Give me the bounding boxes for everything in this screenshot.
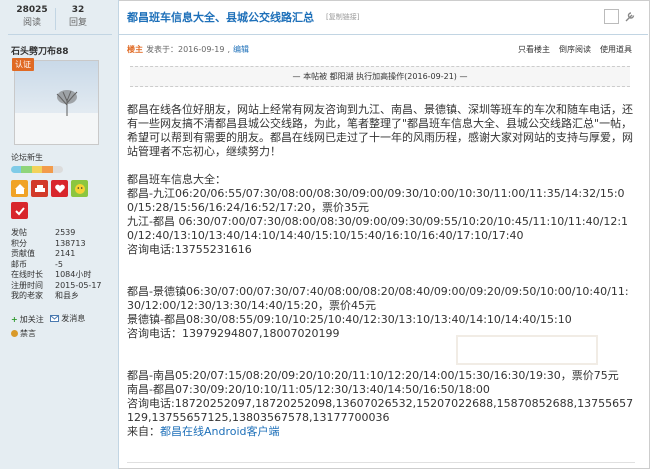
contact-line: 咨询电话：13979294807,18007020199 (127, 327, 340, 340)
info-key: 积分 (11, 238, 27, 248)
wrench-icon[interactable] (623, 10, 636, 23)
info-row: 贡献值 2141 (11, 249, 102, 260)
home-medal-icon[interactable] (11, 180, 28, 197)
check-medal-icon[interactable] (11, 202, 28, 219)
author-sidebar: 28025 阅读 32 回复 石头劈刀布88 认证 论坛新生 发帖 2539 积… (0, 0, 119, 469)
info-value: 2141 (55, 249, 76, 258)
post-bottom-divider (127, 462, 635, 463)
info-key: 邮币 (11, 259, 27, 269)
user-rank: 论坛新生 (11, 153, 43, 162)
heart-medal-icon[interactable] (51, 180, 68, 197)
thread-title: 都昌班车信息大全、县城公交线路汇总 (127, 11, 314, 24)
ban-button[interactable]: 禁言 (11, 328, 36, 339)
intro-paragraph: 都昌在线各位好朋友，网站上经常有网友咨询到九江、南昌、景德镇、深圳等班车的车次和… (127, 103, 633, 158)
info-key: 注册时间 (11, 280, 43, 290)
author-name[interactable]: 石头劈刀布88 (11, 44, 69, 57)
view-op-only-link[interactable]: 只看楼主 (518, 44, 550, 55)
author-badge: 楼主 (127, 45, 143, 54)
info-row: 积分 138713 (11, 239, 102, 250)
info-key: 我的老家 (11, 291, 43, 300)
stat-divider (55, 8, 56, 30)
car-medal-icon[interactable] (31, 180, 48, 197)
view-count-value: 28025 (16, 5, 48, 15)
avatar-image (15, 61, 98, 144)
schedule-line: 都昌-九江06:20/06:55/07:30/08:00/08:30/09:00… (127, 187, 625, 214)
post-date: 发表于：2016-09-19 (146, 45, 225, 54)
info-value: 1084小时 (55, 270, 92, 279)
info-key: 贡献值 (11, 249, 35, 258)
contact-line: 咨询电话:18720252097,18720252098,13607026532… (127, 397, 634, 424)
author-actions: + 加关注 发消息 禁言 (11, 313, 89, 339)
view-count: 28025 阅读 (12, 5, 52, 28)
rank-progress-bar (11, 166, 63, 173)
schedule-line: 都昌-南昌05:20/07:15/08:20/09:20/10:20/11:10… (127, 369, 619, 382)
info-value: 138713 (55, 238, 86, 248)
reply-count: 32 回复 (58, 5, 98, 28)
edit-link[interactable]: 编辑 (233, 44, 249, 55)
client-link[interactable]: 都昌在线Android客户端 (160, 425, 280, 438)
post-meta: 楼主 发表于：2016-09-19 , 编辑 (127, 44, 249, 55)
schedule-heading: 都昌班车信息大全： (127, 173, 226, 186)
sidebar-divider (8, 34, 112, 35)
reply-count-label: 回复 (68, 18, 87, 28)
info-value: 和县乡 (55, 291, 79, 300)
info-row: 邮币 -5 (11, 260, 102, 271)
info-value: 2539 (55, 228, 76, 237)
post-options: 只看楼主 倒序阅读 使用道具 (518, 44, 632, 55)
info-value: -5 (55, 259, 63, 269)
reply-count-value: 32 (71, 5, 85, 15)
copy-link-button[interactable]: [复制链接] (326, 12, 359, 22)
ban-icon (11, 330, 18, 337)
dot-separator: , (227, 45, 231, 54)
schedule-line: 都昌-景德镇06:30/07:00/07:30/07:40/08:00/08:2… (127, 285, 629, 312)
info-row: 在线时长 1084小时 (11, 270, 102, 281)
reverse-order-link[interactable]: 倒序阅读 (559, 44, 591, 55)
moderation-notice: — 本帖被 都阳湖 执行加高操作(2016-09-21) — (130, 66, 630, 87)
view-count-label: 阅读 (22, 18, 41, 28)
schedule-line: 景德镇-都昌08:30/08:55/09:10/10:25/10:40/12:3… (127, 313, 572, 326)
contact-line: 咨询电话:13755231616 (127, 243, 252, 256)
post-body: 都昌在线各位好朋友，网站上经常有网友咨询到九江、南昌、景德镇、深圳等班车的车次和… (127, 103, 635, 439)
info-key: 发帖 (11, 228, 27, 237)
use-tools-link[interactable]: 使用道具 (600, 44, 632, 55)
follow-button[interactable]: + 加关注 (11, 314, 44, 325)
info-row: 我的老家 和县乡 (11, 291, 102, 302)
follow-label: 加关注 (19, 315, 44, 324)
info-key: 在线时长 (11, 270, 43, 279)
envelope-icon (50, 315, 60, 322)
schedule-line: 南昌-都昌07:30/09:20/10:10/11:05/12:30/13:40… (127, 383, 490, 396)
source-label: 来自： (127, 425, 160, 438)
avatar[interactable] (14, 60, 99, 145)
plus-icon: + (11, 315, 18, 324)
message-button[interactable]: 发消息 (50, 313, 85, 324)
select-checkbox[interactable] (604, 9, 619, 24)
source-line: 来自：都昌在线Android客户端 (127, 425, 635, 439)
medal-row (11, 180, 88, 197)
ban-label: 禁言 (20, 329, 36, 338)
verified-badge: 认证 (12, 58, 34, 71)
smile-medal-icon[interactable] (71, 180, 88, 197)
info-row: 注册时间 2015-05-17 (11, 281, 102, 292)
message-label: 发消息 (61, 314, 86, 323)
info-row: 发帖 2539 (11, 228, 102, 239)
author-info: 发帖 2539 积分 138713 贡献值 2141 邮币 -5 在线时长 1084小时 … (11, 228, 102, 302)
header-tools (604, 9, 636, 24)
info-value: 2015-05-17 (55, 280, 102, 290)
schedule-line: 九江-都昌 06:30/07:00/07:30/08:00/08:30/09:0… (127, 215, 629, 242)
header-divider (119, 34, 648, 35)
